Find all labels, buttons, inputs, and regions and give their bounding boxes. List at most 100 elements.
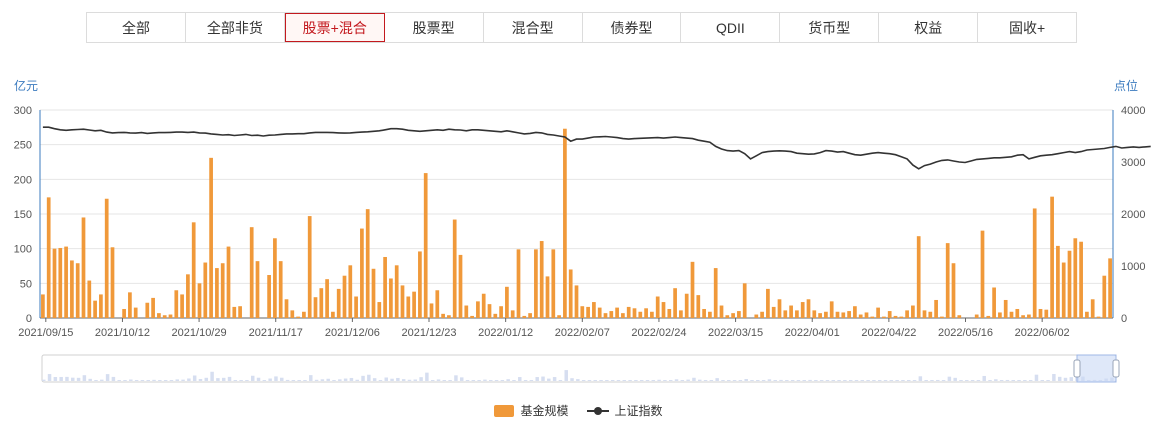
zoom-preview-bar — [146, 380, 150, 381]
bar — [777, 299, 782, 318]
zoom-preview-bar — [378, 380, 383, 381]
bar — [1021, 315, 1025, 318]
zoom-preview-bar — [918, 376, 923, 381]
zoom-handle-left[interactable] — [1073, 359, 1081, 378]
bar — [360, 228, 364, 318]
zoom-preview-bar — [785, 380, 789, 381]
zoom-preview-bar — [471, 380, 476, 381]
bar — [824, 311, 828, 318]
zoom-preview-bar — [941, 380, 946, 381]
zoom-preview-bar — [953, 377, 957, 381]
bar — [52, 248, 57, 318]
bar — [522, 315, 527, 318]
bar — [795, 310, 799, 318]
bar — [325, 279, 329, 318]
bar — [487, 304, 492, 318]
zoom-preview-bar — [668, 380, 673, 381]
bar — [499, 306, 503, 318]
zoom-handle-right[interactable] — [1112, 359, 1120, 378]
tab-all[interactable]: 全部 — [87, 13, 186, 42]
zoom-preview-bar — [134, 380, 139, 381]
zoom-preview-bar — [355, 379, 359, 381]
bar — [708, 311, 712, 318]
zoom-preview-bar — [1040, 380, 1045, 381]
zoom-preview-bar — [831, 380, 836, 381]
bar — [1044, 309, 1049, 318]
tab-mixed[interactable]: 混合型 — [484, 13, 583, 42]
tab-money[interactable]: 货币型 — [780, 13, 880, 42]
bar — [864, 312, 869, 318]
tab-stock[interactable]: 股票型 — [385, 13, 484, 42]
tab-fixed-income-plus[interactable]: 固收+ — [978, 13, 1076, 42]
bar — [580, 306, 585, 318]
tab-all-non-money[interactable]: 全部非货 — [186, 13, 285, 42]
bar — [232, 306, 237, 318]
legend-item-line[interactable]: 上证指数 — [586, 402, 663, 419]
tab-qdii[interactable]: QDII — [681, 13, 781, 42]
zoom-preview-bar — [419, 377, 423, 381]
zoom-preview-bar — [512, 380, 516, 381]
bar — [371, 268, 376, 318]
zoom-preview-bar — [1023, 380, 1027, 381]
zoom-preview-bar — [628, 380, 632, 381]
bar — [905, 310, 909, 318]
bar — [464, 305, 469, 318]
bar — [899, 316, 904, 318]
y-right-tick-label: 0 — [1121, 313, 1127, 325]
zoom-preview-bar — [169, 380, 174, 381]
zoom-preview-bar — [576, 379, 580, 381]
bar — [934, 299, 938, 318]
zoom-preview-bar — [698, 379, 702, 381]
x-tick-label: 2021/09/15 — [18, 327, 73, 339]
zoom-preview-bar — [47, 374, 52, 381]
bar — [568, 269, 573, 318]
zoom-preview-bar — [639, 380, 644, 381]
bar — [1096, 316, 1101, 318]
bar — [928, 311, 933, 318]
zoom-preview-bar — [407, 379, 412, 381]
zoom-preview-bar — [314, 379, 319, 381]
x-tick-label: 2022/02/24 — [631, 327, 686, 339]
zoom-preview-bar — [436, 379, 441, 381]
y-left-tick-label: 250 — [14, 140, 32, 152]
zoom-preview-bar — [175, 379, 180, 381]
bar — [278, 261, 283, 318]
zoom-preview-bar — [936, 379, 940, 381]
zoom-preview-bar — [187, 378, 191, 381]
bar — [1032, 208, 1037, 318]
legend-item-bar[interactable]: 基金规模 — [494, 402, 569, 419]
bar — [429, 303, 434, 318]
bar — [771, 306, 776, 318]
zoom-preview-bar — [808, 379, 812, 381]
bar — [209, 157, 213, 318]
bar — [1061, 262, 1066, 318]
zoom-preview-bar — [1028, 380, 1033, 381]
zoom-preview-bar — [285, 379, 290, 381]
zoom-preview-bar — [587, 380, 592, 381]
zoom-preview-bar — [1046, 380, 1050, 381]
bar — [70, 260, 74, 318]
zoom-preview-bar — [343, 378, 348, 381]
zoom-preview-bar — [152, 379, 156, 381]
zoom-preview-bar — [158, 380, 162, 381]
tab-stock-mixed[interactable]: 股票+混合 — [284, 13, 385, 42]
zoom-preview-bar — [297, 380, 301, 381]
x-tick-label: 2022/04/22 — [861, 327, 916, 339]
zoom-preview-bar — [732, 380, 737, 381]
bar — [998, 312, 1002, 318]
zoom-preview-bar — [959, 380, 963, 381]
zoom-preview-bar — [100, 379, 104, 381]
zoom-preview-bar — [1063, 377, 1068, 381]
bar — [307, 216, 312, 318]
zoom-preview-bar — [489, 380, 493, 381]
bar — [893, 315, 898, 318]
tab-bond[interactable]: 债券型 — [583, 13, 682, 42]
bar — [191, 222, 196, 318]
zoom-preview-bar — [564, 370, 568, 381]
bar — [516, 249, 521, 318]
zoom-preview-bar — [535, 377, 539, 381]
bar — [638, 311, 643, 318]
tab-equity[interactable]: 权益 — [879, 13, 979, 42]
zoom-preview-bar — [663, 380, 667, 381]
zoom-preview-bar — [930, 380, 934, 381]
